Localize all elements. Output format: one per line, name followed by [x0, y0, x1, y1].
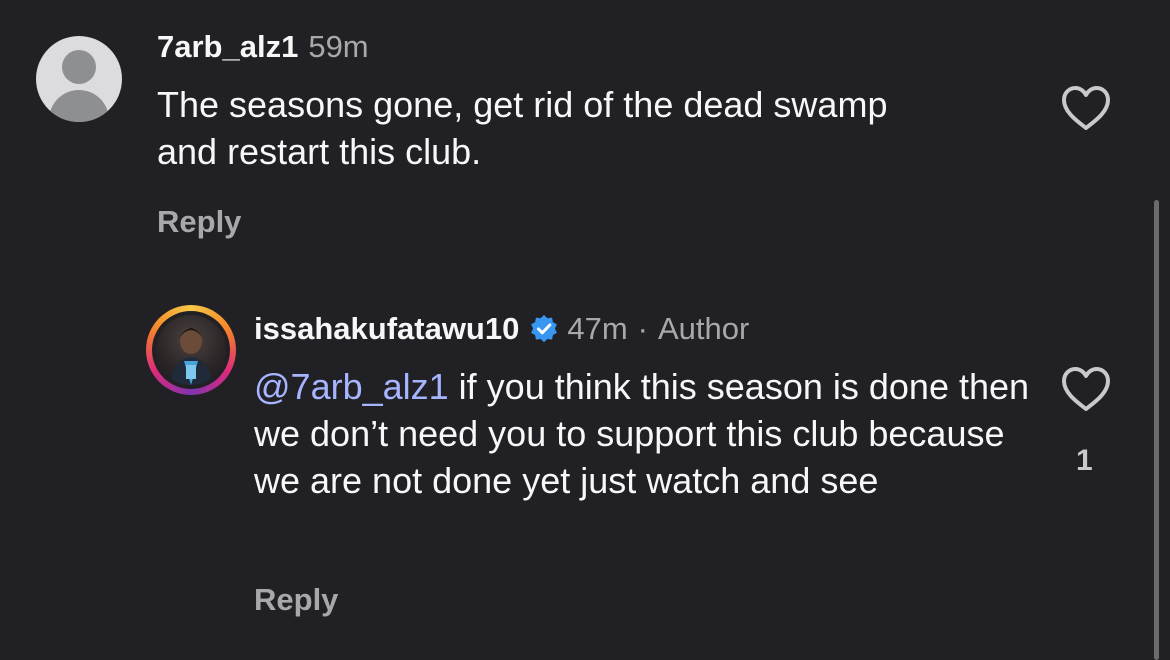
- user-avatar: [156, 315, 226, 385]
- heart-icon[interactable]: [1060, 365, 1112, 413]
- comment-text: @7arb_alz1 if you think this season is d…: [254, 363, 1034, 504]
- scrollbar[interactable]: [1154, 200, 1159, 660]
- story-ring[interactable]: [146, 305, 236, 395]
- avatar-head-shape: [62, 50, 96, 84]
- comment-header: 7arb_alz1 59m: [157, 26, 369, 68]
- comment-time: 47m: [567, 311, 628, 346]
- avatar-shoulders-shape: [49, 90, 109, 122]
- default-avatar-icon[interactable]: [36, 36, 122, 122]
- comment-username[interactable]: issahakufatawu10: [254, 311, 519, 347]
- comment-time: 59m: [308, 29, 369, 64]
- mention-link[interactable]: @7arb_alz1: [254, 366, 449, 407]
- avatar-ring-gap: [152, 311, 230, 389]
- verified-badge-icon: [531, 315, 558, 343]
- meta-separator: ·: [637, 311, 648, 346]
- reply-button[interactable]: Reply: [157, 204, 241, 240]
- author-label: Author: [658, 311, 750, 346]
- comment-username[interactable]: 7arb_alz1: [157, 29, 298, 65]
- reply-button[interactable]: Reply: [254, 582, 338, 618]
- like-count[interactable]: 1: [1076, 444, 1093, 478]
- comment-header: issahakufatawu10 47m · Author: [254, 308, 749, 350]
- heart-icon[interactable]: [1060, 84, 1112, 132]
- avatar-photo-icon: [170, 328, 212, 385]
- comment-text: The seasons gone, get rid of the dead sw…: [157, 84, 888, 172]
